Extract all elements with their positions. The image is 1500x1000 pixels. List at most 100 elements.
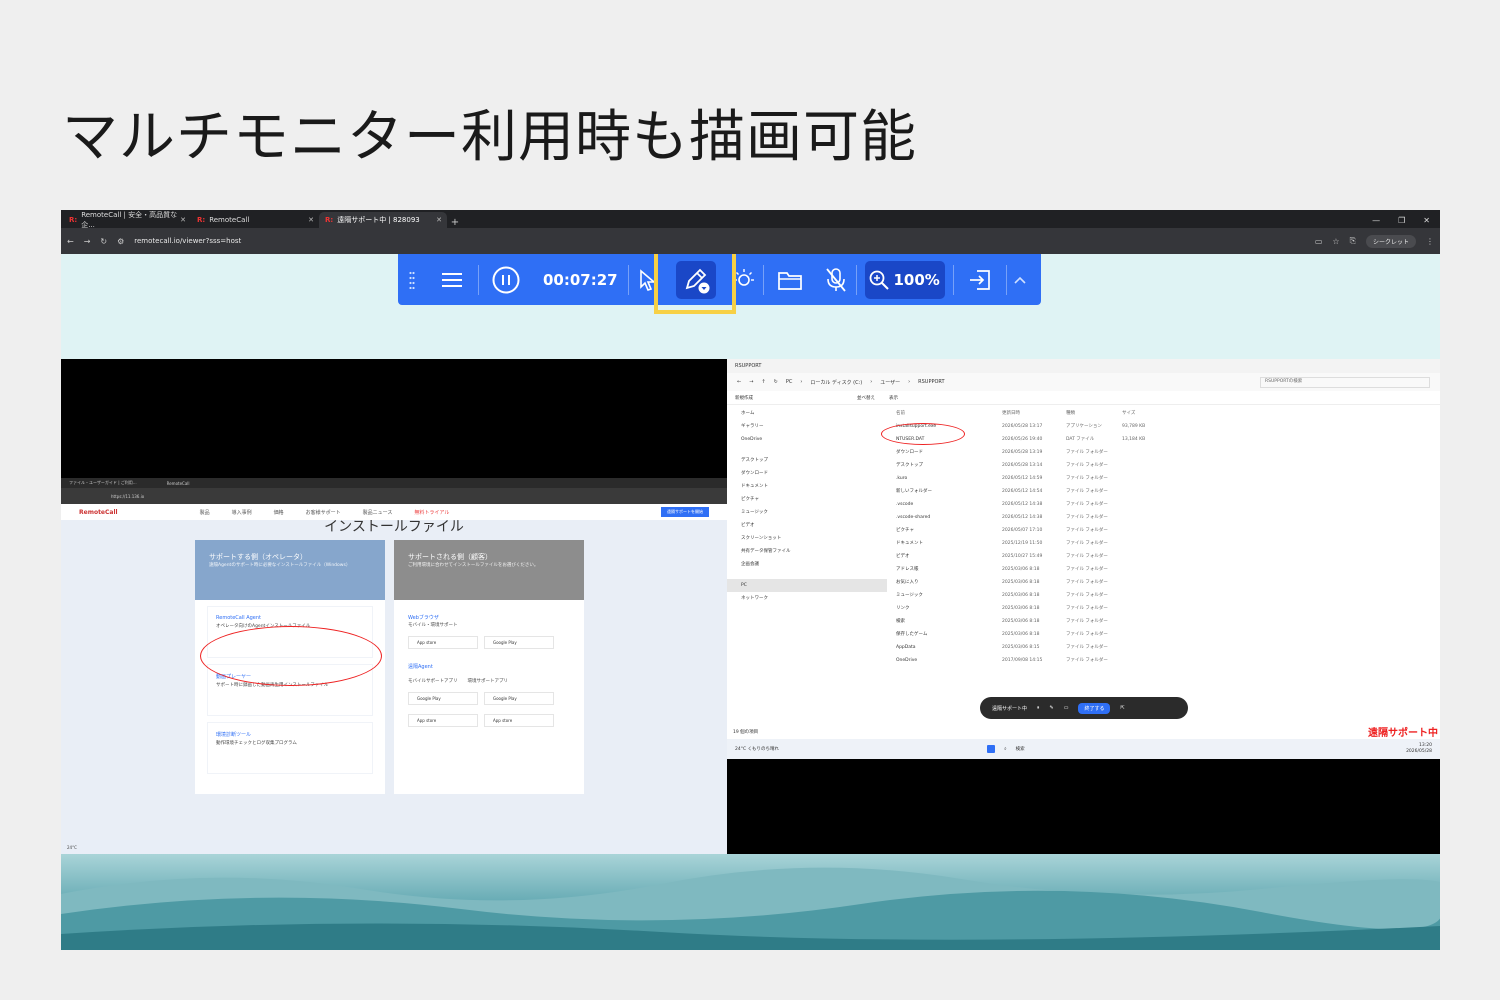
pause-icon[interactable]: ⏸ (1037, 705, 1040, 711)
table-row[interactable]: OneDrive 2017/09/08 14:15 ファイル フォルダー (892, 654, 1322, 667)
agent-title[interactable]: 遠隔Agent (394, 651, 584, 670)
mic-muted-icon[interactable] (816, 254, 856, 305)
breadcrumb-item[interactable]: ユーザー (880, 379, 900, 386)
table-row[interactable]: ピクチャ 2026/05/07 17:10 ファイル フォルダー (892, 524, 1322, 537)
table-row[interactable]: 新しいフォルダー 2026/05/12 14:54 ファイル フォルダー (892, 485, 1322, 498)
nav-item[interactable]: 導入事例 (232, 509, 252, 516)
nav-item[interactable]: ギャラリー (727, 420, 887, 433)
close-icon[interactable]: ✕ (308, 216, 314, 224)
bookmark-star-icon[interactable]: ☆ (1332, 237, 1339, 246)
item-title[interactable]: RemoteCall Agent (216, 615, 364, 621)
web-browser-title[interactable]: Webブラウザ (394, 600, 584, 621)
new-button[interactable]: 新規作成 (735, 395, 753, 401)
nav-item-pc[interactable]: PC (727, 579, 887, 592)
breadcrumb-item[interactable]: ローカル ディスク (C:) (810, 379, 862, 386)
close-icon[interactable]: ✕ (1423, 216, 1430, 225)
nav-item[interactable]: スクリーンショット (727, 532, 887, 545)
refresh-icon[interactable]: ↻ (774, 379, 778, 385)
nav-item[interactable]: デスクトップ (727, 454, 887, 467)
sort-button[interactable]: 並べ替え (857, 395, 875, 401)
end-session-button[interactable]: 終了する (1078, 702, 1111, 714)
back-icon[interactable]: ← (67, 237, 74, 246)
view-button[interactable]: 表示 (889, 395, 898, 401)
folder-icon[interactable] (764, 254, 816, 305)
breadcrumb-item[interactable]: RSUPPORT (918, 379, 944, 385)
inner-tab[interactable]: RemoteCall (167, 481, 190, 486)
zoom-control[interactable]: 100% (864, 260, 945, 299)
item-title[interactable]: 環境診断ツール (216, 731, 364, 738)
nav-item[interactable]: ネットワーク (727, 592, 887, 605)
search-icon[interactable]: ⌕ (1004, 746, 1007, 752)
nav-item[interactable]: ダウンロード (727, 467, 887, 480)
drag-handle-icon[interactable] (398, 254, 426, 305)
nav-item[interactable]: お客様サポート (306, 509, 341, 516)
left-monitor[interactable]: ファイル・ユーザーガイド | ご利用... RemoteCall https:/… (61, 359, 727, 854)
new-tab-icon[interactable]: + (447, 217, 463, 228)
zoom-button[interactable]: 100% (857, 254, 953, 305)
collapse-icon[interactable]: ⇱ (1120, 705, 1124, 711)
site-logo[interactable]: RemoteCall (79, 509, 118, 516)
app-store-button[interactable]: App store (408, 636, 478, 649)
maximize-icon[interactable]: ❐ (1398, 216, 1405, 225)
search-input[interactable]: RSUPPORTの検索 (1260, 376, 1430, 388)
table-row[interactable]: ドキュメント 2025/12/19 11:50 ファイル フォルダー (892, 537, 1322, 550)
inner-tab[interactable]: ファイル・ユーザーガイド | ご利用... (69, 480, 137, 486)
minimize-icon[interactable]: — (1372, 216, 1380, 225)
google-play-button[interactable]: Google Play (408, 692, 478, 705)
windows-start-icon[interactable] (987, 745, 996, 753)
tab-icon[interactable]: ▭ (1315, 237, 1323, 246)
close-icon[interactable]: ✕ (180, 216, 186, 224)
browser-tab-1[interactable]: R: RemoteCall | 安全・高品質な企... ✕ (63, 211, 191, 229)
taskbar-search[interactable]: 検索 (1016, 746, 1025, 752)
browser-tab-3[interactable]: R: 遠隔サポート中 | 828093 ✕ (319, 212, 447, 228)
nav-item[interactable]: ドキュメント (727, 480, 887, 493)
column-header[interactable]: 更新日時 (1002, 407, 1066, 420)
nav-item[interactable]: ピクチャ (727, 493, 887, 506)
nav-item[interactable]: 企画会議 (727, 558, 887, 571)
table-row[interactable]: .vscode 2026/05/12 14:38 ファイル フォルダー (892, 498, 1322, 511)
table-row[interactable]: アドレス帳 2025/03/06 8:18 ファイル フォルダー (892, 563, 1322, 576)
nav-item[interactable]: 製品ニュース (363, 509, 393, 516)
list-item[interactable]: 環境診断ツール 動作環境チェックとログ収集プログラム (207, 722, 373, 774)
table-row[interactable]: AppData 2025/03/06 8:15 ファイル フォルダー (892, 641, 1322, 654)
table-row[interactable]: ミュージック 2025/03/06 8:18 ファイル フォルダー (892, 589, 1322, 602)
menu-icon[interactable] (426, 254, 478, 305)
table-row[interactable]: リンク 2025/03/06 8:18 ファイル フォルダー (892, 602, 1322, 615)
nav-item[interactable]: 製品 (200, 509, 210, 516)
chevron-up-icon[interactable] (1007, 254, 1033, 305)
nav-item[interactable]: 共有データ保管ファイル (727, 545, 887, 558)
app-store-button[interactable]: App store (484, 714, 554, 727)
table-row[interactable]: 保存したゲーム 2025/03/06 8:18 ファイル フォルダー (892, 628, 1322, 641)
browser-tab-2[interactable]: R: RemoteCall ✕ (191, 212, 319, 228)
folder-icon[interactable]: ▭ (1064, 705, 1069, 711)
column-header[interactable]: 名前 (892, 407, 1002, 420)
table-row[interactable]: お気に入り 2025/03/06 8:18 ファイル フォルダー (892, 576, 1322, 589)
back-icon[interactable]: ← (737, 379, 741, 385)
incognito-badge[interactable]: シークレット (1365, 234, 1416, 248)
column-header[interactable]: 種類 (1066, 407, 1122, 420)
url-text[interactable]: remotecall.io/viewer?sss=host (134, 237, 241, 245)
pencil-icon[interactable]: ✎ (1050, 705, 1054, 711)
table-row[interactable]: デスクトップ 2026/05/28 13:14 ファイル フォルダー (892, 459, 1322, 472)
cast-icon[interactable]: ⎘ (1350, 236, 1356, 246)
forward-icon[interactable]: → (84, 237, 91, 246)
column-header[interactable]: サイズ (1122, 407, 1172, 420)
table-row[interactable]: 検索 2025/03/06 8:18 ファイル フォルダー (892, 615, 1322, 628)
close-icon[interactable]: ✕ (436, 216, 442, 224)
table-row[interactable]: ダウンロード 2026/05/28 13:19 ファイル フォルダー (892, 446, 1322, 459)
right-monitor[interactable]: RSUPPORT ← → ↑ ↻ PC › ローカル ディスク (C:) › ユーザ… (727, 359, 1440, 854)
google-play-button[interactable]: Google Play (484, 636, 554, 649)
pause-icon[interactable] (479, 254, 533, 305)
nav-item[interactable]: ビデオ (727, 519, 887, 532)
table-row[interactable]: ビデオ 2025/10/27 15:49 ファイル フォルダー (892, 550, 1322, 563)
nav-item[interactable]: ミュージック (727, 506, 887, 519)
forward-icon[interactable]: → (749, 379, 753, 385)
menu-kebab-icon[interactable]: ⋮ (1426, 237, 1434, 246)
app-store-button[interactable]: App store (408, 714, 478, 727)
breadcrumb-item[interactable]: PC (786, 379, 793, 385)
inner-address[interactable]: https://11.136.io (61, 488, 727, 504)
site-info-icon[interactable]: ⚙ (117, 237, 124, 246)
table-row[interactable]: .kuro 2026/05/12 14:59 ファイル フォルダー (892, 472, 1322, 485)
nav-item[interactable]: ホーム (727, 407, 887, 420)
reload-icon[interactable]: ↻ (100, 237, 107, 246)
